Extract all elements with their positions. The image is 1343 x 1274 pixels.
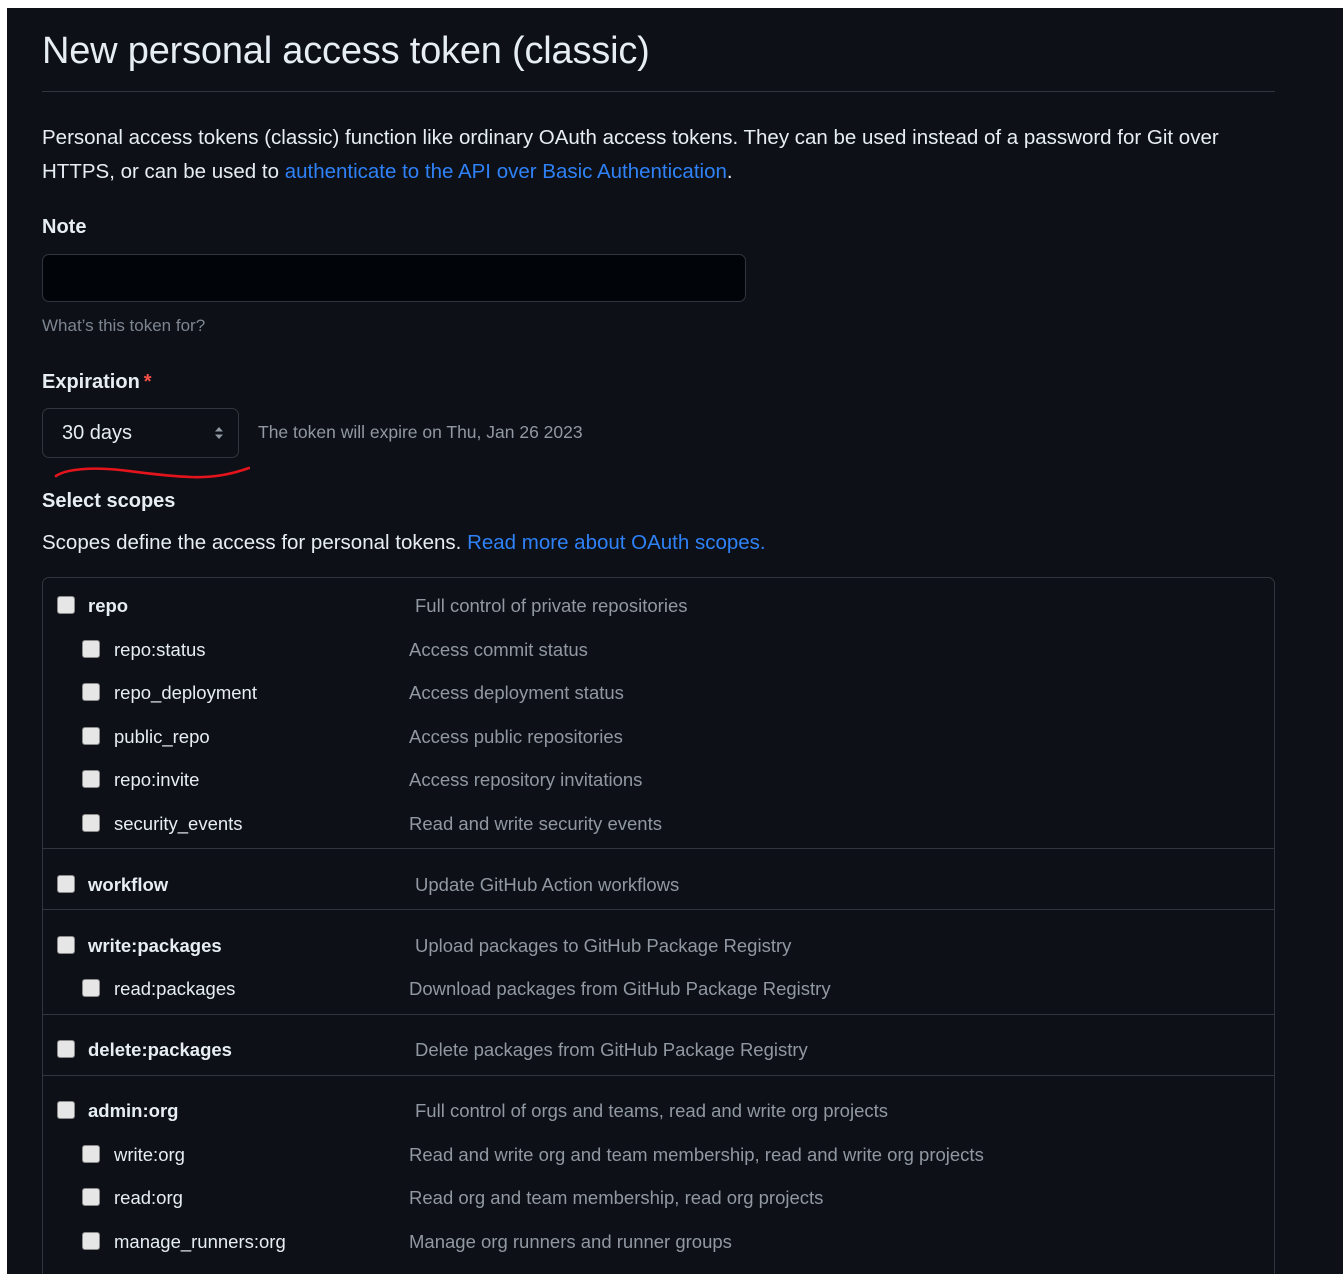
- scope-checkbox-workflow[interactable]: [57, 874, 75, 893]
- expiration-select[interactable]: 30 days: [42, 408, 239, 458]
- scope-description-manage-runners-org: Manage org runners and runner groups: [409, 1230, 732, 1252]
- scope-checkbox-repo-deployment[interactable]: [82, 683, 100, 701]
- scope-description-public-repo: Access public repositories: [409, 725, 623, 747]
- scope-name-repo-invite: repo:invite: [114, 769, 200, 790]
- scope-description-write-org: Read and write org and team membership, …: [409, 1143, 984, 1165]
- intro-paragraph: Personal access tokens (classic) functio…: [42, 121, 1275, 189]
- scope-name-admin-org: admin:org: [88, 1100, 179, 1121]
- scope-name-write-packages: write:packages: [88, 934, 222, 956]
- select-arrows-icon: [215, 427, 223, 439]
- scope-checkbox-delete-packages[interactable]: [57, 1040, 75, 1058]
- scope-checkbox-public-repo[interactable]: [82, 726, 100, 745]
- scope-group-divider: [43, 1013, 1274, 1015]
- scope-name-manage-runners-org: manage_runners:org: [114, 1230, 286, 1252]
- scope-name-workflow: workflow: [88, 873, 169, 895]
- expiration-label: Expiration *: [42, 371, 152, 394]
- expiration-selected-value: 30 days: [62, 422, 133, 444]
- intro-end: .: [726, 160, 733, 183]
- red-underline-annotation: [54, 466, 250, 479]
- note-label: Note: [42, 216, 87, 238]
- scope-description-admin-org: Full control of orgs and teams, read and…: [415, 1100, 889, 1121]
- expiration-label-text: Expiration: [42, 371, 140, 393]
- scope-row-repo-deployment: repo_deployment Access deployment status: [43, 681, 1274, 711]
- scope-row-security-events: security_events Read and write security e…: [43, 812, 1274, 842]
- scope-checkbox-repo-invite[interactable]: [82, 770, 100, 788]
- scope-checkbox-manage-runners-org[interactable]: [82, 1231, 100, 1250]
- scope-description-read-packages: Download packages from GitHub Package Re…: [409, 978, 831, 999]
- scope-checkbox-security-events[interactable]: [82, 813, 100, 832]
- title-divider: [42, 91, 1275, 92]
- scope-description-repo: Full control of private repositories: [415, 595, 688, 616]
- scope-checkbox-read-org[interactable]: [82, 1188, 100, 1206]
- note-hint: What’s this token for?: [42, 316, 206, 335]
- scope-row-admin-org: admin:org Full control of orgs and teams,…: [43, 1099, 1274, 1129]
- scopes-list: repo Full control of private repositories…: [42, 577, 1275, 1274]
- scope-row-write-packages: write:packages Upload packages to GitHub …: [43, 934, 1274, 964]
- scope-row-repo-invite: repo:invite Access repository invitations: [43, 768, 1274, 798]
- scope-name-repo-status: repo:status: [114, 638, 206, 660]
- scopes-description-text: Scopes define the access for personal to…: [42, 531, 468, 554]
- scope-row-public-repo: public_repo Access public repositories: [43, 725, 1274, 755]
- required-mark: *: [143, 371, 152, 393]
- scope-description-workflow: Update GitHub Action workflows: [415, 873, 680, 895]
- select-scopes-heading: Select scopes: [42, 490, 176, 512]
- scope-description-security-events: Read and write security events: [409, 812, 662, 834]
- scope-group-divider: [43, 1074, 1274, 1076]
- scope-name-public-repo: public_repo: [114, 725, 210, 747]
- scope-description-repo-invite: Access repository invitations: [409, 769, 643, 790]
- scope-row-workflow: workflow Update GitHub Action workflows: [43, 873, 1274, 903]
- scope-row-write-org: write:org Read and write org and team mem…: [43, 1143, 1274, 1173]
- scope-row-delete-packages: delete:packages Delete packages from GitH…: [43, 1038, 1274, 1068]
- expiration-date-note: The token will expire on Thu, Jan 26 202…: [258, 422, 583, 442]
- scope-checkbox-write-org[interactable]: [82, 1144, 100, 1163]
- scope-name-read-org: read:org: [114, 1187, 183, 1208]
- scope-checkbox-admin-org[interactable]: [57, 1101, 75, 1119]
- scope-row-read-org: read:org Read org and team membership, re…: [43, 1186, 1274, 1216]
- scope-name-repo: repo: [88, 595, 129, 616]
- scope-description-repo-deployment: Access deployment status: [409, 682, 624, 703]
- basic-auth-link[interactable]: authenticate to the API over Basic Authe…: [285, 160, 727, 183]
- scope-description-read-org: Read org and team membership, read org p…: [409, 1187, 824, 1208]
- oauth-scopes-link[interactable]: Read more about OAuth scopes.: [467, 531, 766, 554]
- scope-description-delete-packages: Delete packages from GitHub Package Regi…: [415, 1039, 808, 1060]
- scope-description-write-packages: Upload packages to GitHub Package Regist…: [415, 934, 792, 956]
- scope-checkbox-write-packages[interactable]: [57, 935, 75, 954]
- scope-name-delete-packages: delete:packages: [88, 1039, 232, 1060]
- page: New personal access token (classic) Pers…: [7, 8, 1343, 1274]
- scope-checkbox-repo[interactable]: [57, 596, 75, 614]
- scope-row-repo: repo Full control of private repositories: [43, 594, 1274, 624]
- scope-checkbox-repo-status[interactable]: [82, 639, 100, 658]
- scope-checkbox-read-packages[interactable]: [82, 979, 100, 997]
- scope-name-repo-deployment: repo_deployment: [114, 682, 257, 703]
- scope-name-security-events: security_events: [114, 812, 243, 834]
- scope-row-read-packages: read:packages Download packages from GitH…: [43, 977, 1274, 1007]
- scope-name-write-org: write:org: [114, 1143, 185, 1165]
- scope-row-repo-status: repo:status Access commit status: [43, 638, 1274, 668]
- scopes-description: Scopes define the access for personal to…: [42, 531, 766, 555]
- scope-row-manage-runners-org: manage_runners:org Manage org runners and…: [43, 1230, 1274, 1260]
- page-title: New personal access token (classic): [42, 30, 650, 72]
- scope-name-read-packages: read:packages: [114, 978, 236, 999]
- scope-group-divider: [43, 909, 1274, 910]
- note-input[interactable]: [42, 254, 746, 302]
- scope-group-divider: [43, 848, 1274, 849]
- scope-description-repo-status: Access commit status: [409, 638, 588, 660]
